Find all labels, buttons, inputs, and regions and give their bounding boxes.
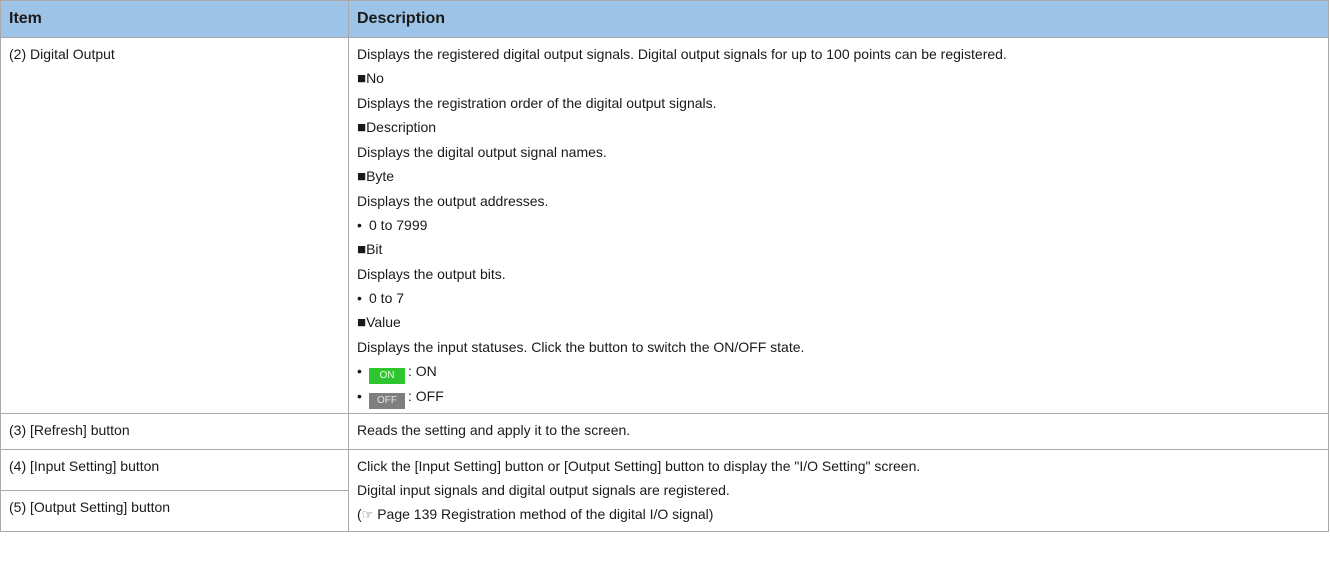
table-row: (2) Digital Output Displays the register… (0, 37, 1329, 414)
on-state-label: : ON (408, 363, 437, 379)
off-state-label: : OFF (408, 388, 444, 404)
header-item: Item (0, 0, 349, 38)
item-cell: (4) [Input Setting] button (0, 449, 349, 491)
off-button-sample: OFF (369, 393, 405, 409)
header-description: Description (348, 0, 1329, 38)
table-row: (3) [Refresh] button Reads the setting a… (0, 413, 1329, 450)
value-state-on: • ON: ON (357, 359, 1320, 384)
section-heading-byte: ■Byte (357, 168, 395, 185)
square-icon: ■ (357, 119, 367, 136)
bullet-item-bit-range: • 0 to 7 (357, 286, 1320, 310)
description-cell: Click the [Input Setting] button or [Out… (348, 449, 1329, 532)
description-cell: Displays the registered digital output s… (348, 37, 1329, 414)
bullet-item-byte-range: • 0 to 7999 (357, 213, 1320, 237)
table-row: (4) [Input Setting] button Click the [In… (0, 449, 1329, 532)
table-header: Item Description (0, 0, 1329, 38)
io-setting-text: Click the [Input Setting] button or [Out… (357, 458, 921, 474)
on-button-sample: ON (369, 368, 405, 384)
item-cell: (2) Digital Output (0, 37, 349, 414)
page-reference-link[interactable]: (☞ Page 139 Registration method of the d… (357, 502, 1320, 527)
section-heading-description: ■Description (357, 119, 437, 136)
section-text-byte: Displays the output addresses. (357, 193, 549, 209)
section-text-value: Displays the input statuses. Click the b… (357, 339, 805, 355)
registration-text: Digital input signals and digital output… (357, 482, 730, 498)
square-icon: ■ (357, 314, 367, 331)
intro-text: Displays the registered digital output s… (357, 46, 1007, 62)
square-icon: ■ (357, 241, 367, 258)
bullet-icon: • (357, 217, 362, 233)
section-text-no: Displays the registration order of the d… (357, 95, 717, 111)
section-heading-no: ■No (357, 70, 384, 87)
item-cell: (3) [Refresh] button (0, 413, 349, 450)
bullet-icon: • (357, 363, 362, 379)
description-table: Item Description (2) Digital Output Disp… (0, 0, 1329, 532)
section-heading-value: ■Value (357, 314, 401, 331)
square-icon: ■ (357, 70, 367, 87)
section-text-description: Displays the digital output signal names… (357, 144, 607, 160)
section-heading-bit: ■Bit (357, 241, 383, 258)
description-cell: Reads the setting and apply it to the sc… (348, 413, 1329, 450)
bullet-icon: • (357, 290, 362, 306)
square-icon: ■ (357, 168, 367, 185)
value-state-off: • OFF: OFF (357, 384, 1320, 409)
section-text-bit: Displays the output bits. (357, 266, 506, 282)
pointing-hand-icon: ☞ (361, 507, 374, 522)
item-cell: (5) [Output Setting] button (0, 490, 349, 532)
bullet-icon: • (357, 388, 362, 404)
